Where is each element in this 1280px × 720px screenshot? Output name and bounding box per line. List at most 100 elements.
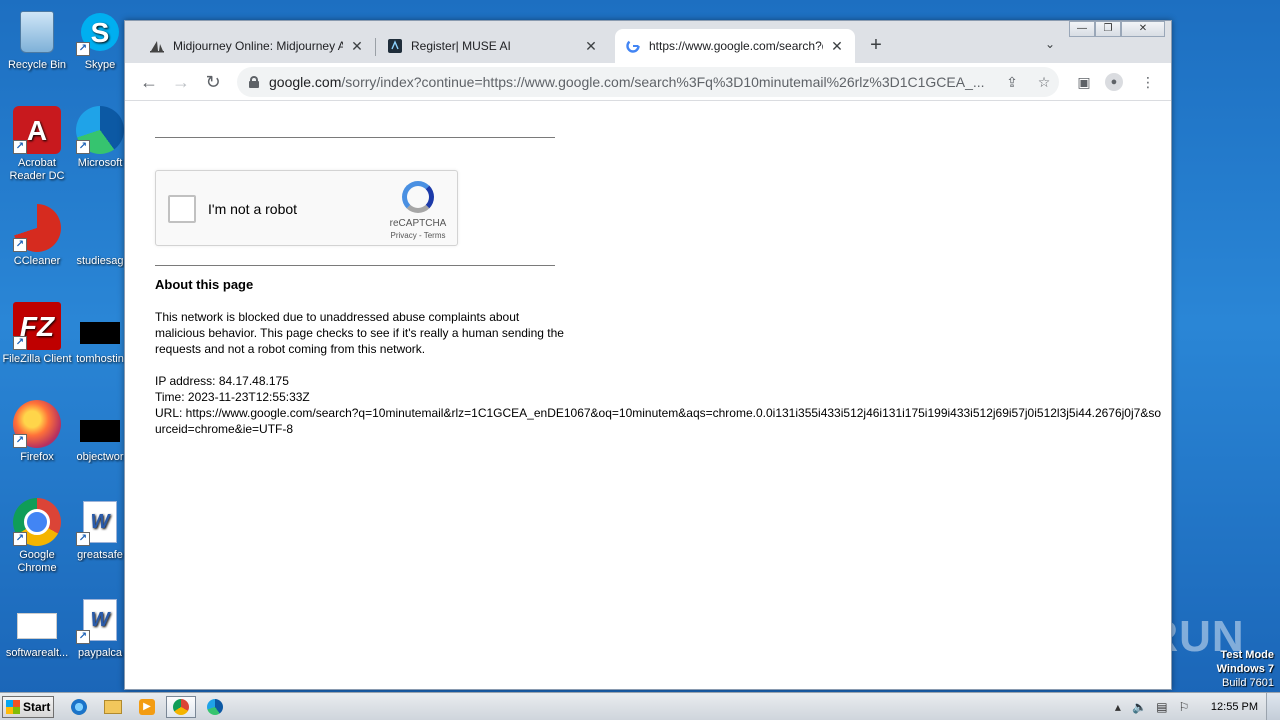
desktop-icon-label: tomhostin xyxy=(76,353,124,365)
desktop-icon-label: greatsafe xyxy=(77,549,123,561)
taskbar-chrome[interactable] xyxy=(166,696,196,718)
tab-title: Register| MUSE AI xyxy=(411,39,511,53)
desktop-icon-acrobat[interactable]: A ↗ Acrobat Reader DC xyxy=(0,106,74,183)
desktop-icon-label: FileZilla Client xyxy=(2,353,72,365)
test-mode-notice: Test Mode Windows 7 Build 7601 xyxy=(1217,648,1274,690)
menu-kebab-icon[interactable]: ⋮ xyxy=(1139,73,1157,91)
close-window-button[interactable]: ✕ xyxy=(1121,21,1165,37)
tab-close-icon[interactable]: ✕ xyxy=(349,38,365,54)
lock-icon[interactable] xyxy=(249,76,259,88)
recycle-bin-icon xyxy=(13,8,61,56)
tab-close-icon[interactable]: ✕ xyxy=(583,38,599,54)
desktop-icon-label: paypalca xyxy=(77,647,123,659)
tab-close-icon[interactable]: ✕ xyxy=(829,38,845,54)
back-arrow-icon[interactable]: ← xyxy=(139,72,159,92)
tab-separator xyxy=(375,38,376,56)
file-icon xyxy=(76,302,124,350)
folder-icon xyxy=(104,700,122,714)
url-path: /sorry/index?continue=https://www.google… xyxy=(341,74,985,90)
recaptcha-brand: reCAPTCHA xyxy=(389,218,447,229)
start-button[interactable]: Start xyxy=(2,696,54,718)
minimize-button[interactable]: — xyxy=(1069,21,1095,37)
midjourney-favicon-icon xyxy=(149,38,165,54)
flag-notification-icon[interactable]: ⚐ xyxy=(1176,699,1192,715)
internet-explorer-icon xyxy=(71,699,87,715)
browser-window: Midjourney Online: Midjourney Ai Onl ✕ R… xyxy=(124,20,1172,690)
tray-expand-icon[interactable]: ▴ xyxy=(1110,699,1126,715)
desktop-icon-ccleaner[interactable]: ↗ CCleaner xyxy=(0,204,74,268)
acrobat-icon: A ↗ xyxy=(13,106,61,154)
desktop-icon-tomhostin[interactable]: tomhostin xyxy=(74,302,126,366)
desktop-icon-filezilla[interactable]: FZ ↗ FileZilla Client xyxy=(0,302,74,366)
desktop-icon-skype[interactable]: S ↗ Skype xyxy=(74,8,126,72)
word-document-icon: W ↗ xyxy=(76,596,124,644)
divider xyxy=(155,265,555,266)
desktop-icon-recycle-bin[interactable]: Recycle Bin xyxy=(0,8,74,72)
blocked-explanation: This network is blocked due to unaddress… xyxy=(155,310,564,356)
taskbar-media-player[interactable]: ▶ xyxy=(132,696,162,718)
desktop-icon-softwarealt[interactable]: softwarealt... xyxy=(0,596,74,660)
desktop-icon-firefox[interactable]: ↗ Firefox xyxy=(0,400,74,464)
system-tray: ▴ 🔈 ▤ ⚐ 12:55 PM xyxy=(1107,693,1280,720)
desktop-icon-label: Acrobat Reader DC xyxy=(9,157,65,182)
desktop-icon-label: Microsoft xyxy=(77,157,123,169)
windows-logo-icon xyxy=(6,700,20,714)
tab-google-active[interactable]: https://www.google.com/search?q= ✕ xyxy=(615,29,855,63)
build-line: Build 7601 xyxy=(1222,677,1274,689)
forward-arrow-icon[interactable]: → xyxy=(171,72,191,92)
desktop-icon-chrome[interactable]: ↗ Google Chrome xyxy=(0,498,74,575)
profile-avatar-icon[interactable]: ● xyxy=(1105,73,1123,91)
captcha-checkbox[interactable] xyxy=(168,195,196,223)
tab-muse-ai[interactable]: Register| MUSE AI ✕ xyxy=(377,29,609,63)
desktop-icon-edge[interactable]: ↗ Microsoft xyxy=(74,106,126,170)
show-desktop-button[interactable] xyxy=(1266,693,1280,720)
time-line: Time: 2023-11-23T12:55:33Z xyxy=(155,390,310,404)
edge-icon xyxy=(207,699,223,715)
new-tab-icon[interactable]: + xyxy=(865,35,887,57)
page-content: I'm not a robot reCAPTCHA Privacy - Term… xyxy=(125,101,1171,689)
clock[interactable]: 12:55 PM xyxy=(1211,701,1258,713)
desktop-icon-label: objectwor xyxy=(76,451,124,463)
reload-icon[interactable]: ↻ xyxy=(203,72,223,92)
desktop-icon-label: studiesag xyxy=(76,255,124,267)
desktop-icon-label: CCleaner xyxy=(13,255,61,267)
request-info: IP address: 84.17.48.175 Time: 2023-11-2… xyxy=(155,373,1165,437)
desktop-icon-label: Firefox xyxy=(20,451,54,463)
side-panel-icon[interactable]: ▣ xyxy=(1075,73,1093,91)
volume-icon[interactable]: 🔈 xyxy=(1132,699,1148,715)
tab-title: Midjourney Online: Midjourney Ai Onl xyxy=(173,39,343,53)
ip-address-line: IP address: 84.17.48.175 xyxy=(155,374,289,388)
address-url[interactable]: google.com/sorry/index?continue=https://… xyxy=(269,74,991,90)
desktop-icon-paypalca[interactable]: W ↗ paypalca xyxy=(74,596,126,660)
tab-midjourney[interactable]: Midjourney Online: Midjourney Ai Onl ✕ xyxy=(139,29,375,63)
start-label: Start xyxy=(23,700,51,714)
url-line: URL: https://www.google.com/search?q=10m… xyxy=(155,406,1162,436)
window-controls: — ❐ ✕ xyxy=(1069,21,1165,39)
skype-icon: S ↗ xyxy=(76,8,124,56)
share-icon[interactable]: ⇪ xyxy=(1003,73,1021,91)
recaptcha-logo-icon xyxy=(402,181,434,213)
desktop-icon-objectwor[interactable]: objectwor xyxy=(74,400,126,464)
chrome-icon: ↗ xyxy=(13,498,61,546)
tab-search-chevron-icon[interactable]: ⌄ xyxy=(1045,37,1061,53)
address-bar[interactable]: google.com/sorry/index?continue=https://… xyxy=(237,67,1059,97)
desktop-icon-greatsafe[interactable]: W ↗ greatsafe xyxy=(74,498,126,562)
desktop-icon-label: Recycle Bin xyxy=(7,59,67,71)
maximize-button[interactable]: ❐ xyxy=(1095,21,1121,37)
media-player-icon: ▶ xyxy=(139,699,155,715)
captcha-label: I'm not a robot xyxy=(208,201,298,217)
taskbar-ie[interactable] xyxy=(64,696,94,718)
desktop-icon-studiesag[interactable]: studiesag xyxy=(74,204,126,268)
taskbar-edge[interactable] xyxy=(200,696,230,718)
taskbar-explorer[interactable] xyxy=(98,696,128,718)
network-icon[interactable]: ▤ xyxy=(1154,699,1170,715)
desktop-icon-label: Google Chrome xyxy=(17,549,57,574)
recaptcha-privacy-terms-link[interactable]: Privacy - Terms xyxy=(378,231,458,240)
divider xyxy=(155,137,555,138)
google-favicon-icon xyxy=(625,38,641,54)
tab-strip: Midjourney Online: Midjourney Ai Onl ✕ R… xyxy=(125,21,1171,63)
bookmark-star-icon[interactable]: ☆ xyxy=(1035,73,1053,91)
desktop-icon-label: Skype xyxy=(84,59,116,71)
browser-toolbar: ← → ↻ google.com/sorry/index?continue=ht… xyxy=(125,63,1171,101)
tab-title: https://www.google.com/search?q= xyxy=(649,39,823,53)
